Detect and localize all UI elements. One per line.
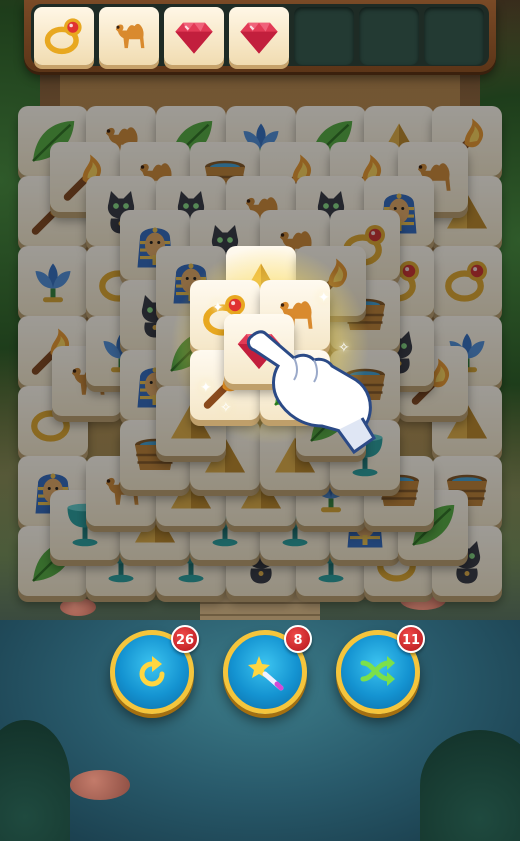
rock-decoration <box>70 770 130 800</box>
hint-booster-button[interactable]: 8 <box>223 625 312 714</box>
undo-booster-button[interactable]: 26 <box>110 625 199 714</box>
shuffle-icon <box>360 656 395 686</box>
magic-wand-icon <box>248 656 284 691</box>
sparkle-icon: ✧ <box>220 400 232 416</box>
lotus-icon <box>28 256 78 306</box>
sparkle-icon: ✦ <box>212 300 224 316</box>
tile-ring <box>432 246 502 316</box>
sparkle-icon: ✦ <box>200 380 212 396</box>
undo-icon <box>139 656 165 687</box>
shuffle-count-badge: 11 <box>397 625 425 653</box>
ring-icon <box>442 256 492 306</box>
sparkle-icon: ✦ <box>318 290 330 306</box>
shuffle-booster-button[interactable]: 11 <box>336 625 425 714</box>
tile-lotus <box>18 246 88 316</box>
hint-count-badge: 8 <box>284 625 312 653</box>
tile-board <box>0 0 520 620</box>
pointing-hand-icon <box>246 330 377 455</box>
undo-count-badge: 26 <box>171 625 199 653</box>
